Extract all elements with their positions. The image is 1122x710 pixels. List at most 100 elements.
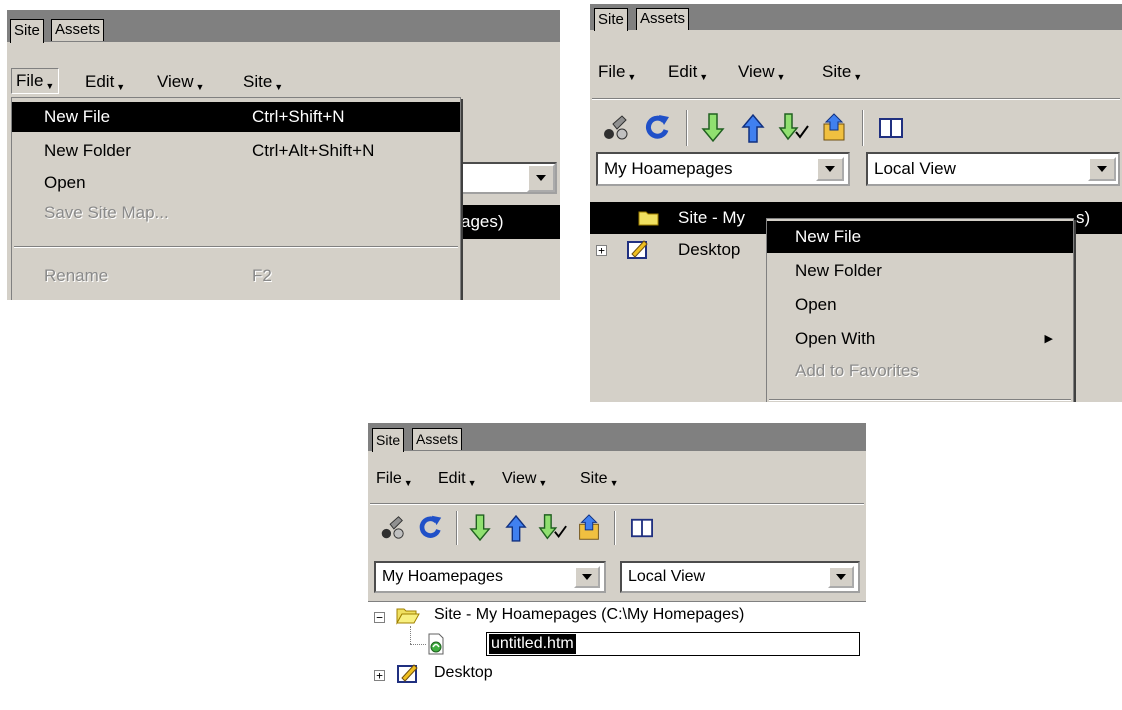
tree-row-desktop[interactable]: Desktop: [678, 240, 740, 260]
chevron-down-icon: [836, 574, 846, 580]
chevron-down-icon: [825, 166, 835, 172]
expand-icon[interactable]: +: [374, 670, 385, 681]
expand-icon[interactable]: +: [596, 245, 607, 256]
chevron-down-icon: [536, 175, 546, 181]
chevron-down-icon: ▼: [609, 478, 619, 488]
check-out-icon[interactable]: [778, 112, 810, 144]
context-item-new-file[interactable]: New File: [767, 221, 1073, 253]
menu-file-label: File: [376, 470, 402, 487]
menu-site[interactable]: Site ▼: [580, 470, 619, 488]
menu-bar: File ▼ Edit ▼ View ▼ Site ▼: [7, 68, 560, 100]
view-select-value: Local View: [874, 159, 956, 178]
panel-new-file-created: Site Assets File ▼ Edit ▼ View ▼ Site ▼ My H…: [368, 423, 866, 710]
menu-item-rename: Rename F2: [12, 261, 460, 291]
context-item-add-to-favorites: Add to Favorites: [767, 355, 1073, 387]
menu-site[interactable]: Site ▼: [822, 62, 862, 82]
menu-file-label: File: [16, 71, 44, 90]
chevron-down-icon: [582, 574, 592, 580]
put-arrow-up-icon[interactable]: [740, 112, 766, 144]
file-dropdown-menu: New File Ctrl+Shift+N New Folder Ctrl+Al…: [11, 97, 461, 300]
context-item-open-with[interactable]: Open With ▶: [767, 323, 1073, 355]
expand-panel-icon[interactable]: [878, 116, 904, 140]
view-select[interactable]: Local View: [620, 561, 860, 593]
dropdown-button[interactable]: [1088, 157, 1116, 181]
menu-view[interactable]: View ▼: [502, 470, 547, 488]
context-item-new-folder[interactable]: New Folder: [767, 255, 1073, 287]
menu-item-label: Rename: [44, 266, 109, 285]
menu-edit[interactable]: Edit ▼: [438, 470, 477, 488]
panel-file-menu: Site Assets File ▼ Edit ▼ View ▼ Site ▼ ages…: [7, 10, 560, 300]
tab-assets[interactable]: Assets: [412, 428, 463, 450]
chevron-down-icon: ▼: [116, 82, 126, 92]
html-file-icon: [428, 633, 444, 655]
menu-separator: [769, 399, 1071, 401]
menu-edit[interactable]: Edit ▼: [85, 72, 125, 92]
menu-file[interactable]: File ▼: [376, 470, 413, 488]
context-item-open[interactable]: Open: [767, 289, 1073, 321]
menu-bar: File ▼ Edit ▼ View ▼ Site ▼: [368, 470, 866, 494]
menu-view-label: View: [738, 62, 775, 81]
site-select[interactable]: My Hoamepages: [596, 152, 850, 186]
tab-assets[interactable]: Assets: [51, 19, 105, 41]
dropdown-button[interactable]: [828, 566, 854, 588]
check-out-icon[interactable]: [538, 513, 568, 543]
refresh-icon[interactable]: [642, 112, 672, 142]
dropdown-button[interactable]: [816, 157, 844, 181]
chevron-down-icon: ▼: [195, 82, 205, 92]
check-in-icon[interactable]: [818, 112, 850, 144]
get-arrow-down-icon[interactable]: [700, 112, 726, 144]
menu-item-label: Open With: [795, 329, 876, 348]
tab-site[interactable]: Site: [372, 428, 405, 452]
tab-assets[interactable]: Assets: [636, 8, 690, 30]
tree-row-label: Site - My: [678, 208, 746, 227]
rename-input[interactable]: untitled.htm: [486, 632, 860, 656]
site-select-value: My Hoamepages: [604, 159, 733, 178]
refresh-icon[interactable]: [416, 513, 444, 541]
menu-edit[interactable]: Edit ▼: [668, 62, 708, 82]
menu-item-open[interactable]: Open: [12, 168, 460, 198]
menu-item-new-file[interactable]: New File Ctrl+Shift+N: [12, 102, 460, 132]
dropdown-button[interactable]: [574, 566, 600, 588]
menu-item-label: Add to Favorites: [795, 361, 919, 380]
check-in-icon[interactable]: [574, 513, 604, 543]
file-tree: − Site - My Hoamepages (C:\My Homepages)…: [368, 601, 866, 710]
menu-site[interactable]: Site ▼: [243, 72, 283, 92]
view-select-partial[interactable]: [447, 162, 557, 194]
menu-item-label: Open: [44, 173, 86, 192]
chevron-down-icon: ▼: [274, 82, 284, 92]
folder-open-icon: [396, 608, 420, 625]
put-arrow-up-icon[interactable]: [504, 513, 528, 543]
chevron-down-icon: ▼: [776, 72, 786, 82]
collapse-icon[interactable]: −: [374, 612, 385, 623]
tab-site[interactable]: Site: [594, 8, 628, 31]
tree-row-label-tail: s): [1076, 208, 1091, 227]
menu-site-label: Site: [243, 72, 273, 91]
view-select[interactable]: Local View: [866, 152, 1120, 186]
menu-item-label: New Folder: [795, 261, 882, 280]
tree-row-desktop[interactable]: Desktop: [434, 664, 493, 682]
tab-site[interactable]: Site: [10, 19, 44, 43]
rename-input-value: untitled.htm: [489, 634, 576, 654]
expand-panel-icon[interactable]: [630, 517, 654, 539]
menu-file[interactable]: File ▼: [11, 68, 60, 94]
menu-bar: File ▼ Edit ▼ View ▼ Site ▼: [590, 62, 1122, 88]
toolbar-divider: [862, 110, 864, 146]
dropdown-button[interactable]: [527, 164, 555, 192]
chevron-down-icon: ▼: [403, 478, 413, 488]
shortcut-label: Ctrl+Shift+N: [252, 107, 345, 126]
get-arrow-down-icon[interactable]: [468, 513, 492, 543]
folder-icon: [638, 211, 659, 226]
connect-icon[interactable]: [378, 513, 406, 541]
menu-view[interactable]: View ▼: [738, 62, 785, 82]
site-select[interactable]: My Hoamepages: [374, 561, 606, 593]
menu-view[interactable]: View ▼: [157, 72, 204, 92]
chevron-down-icon: ▼: [538, 478, 548, 488]
desktop-icon: [397, 664, 418, 683]
connect-icon[interactable]: [600, 112, 630, 142]
view-select-value: Local View: [628, 568, 706, 585]
tree-row-site[interactable]: Site - My Hoamepages (C:\My Homepages): [434, 606, 744, 624]
menu-item-label: New File: [795, 227, 862, 246]
menu-item-new-folder[interactable]: New Folder Ctrl+Alt+Shift+N: [12, 136, 460, 166]
selected-row-partial[interactable]: ages): [447, 205, 560, 239]
menu-file[interactable]: File ▼: [598, 62, 636, 82]
